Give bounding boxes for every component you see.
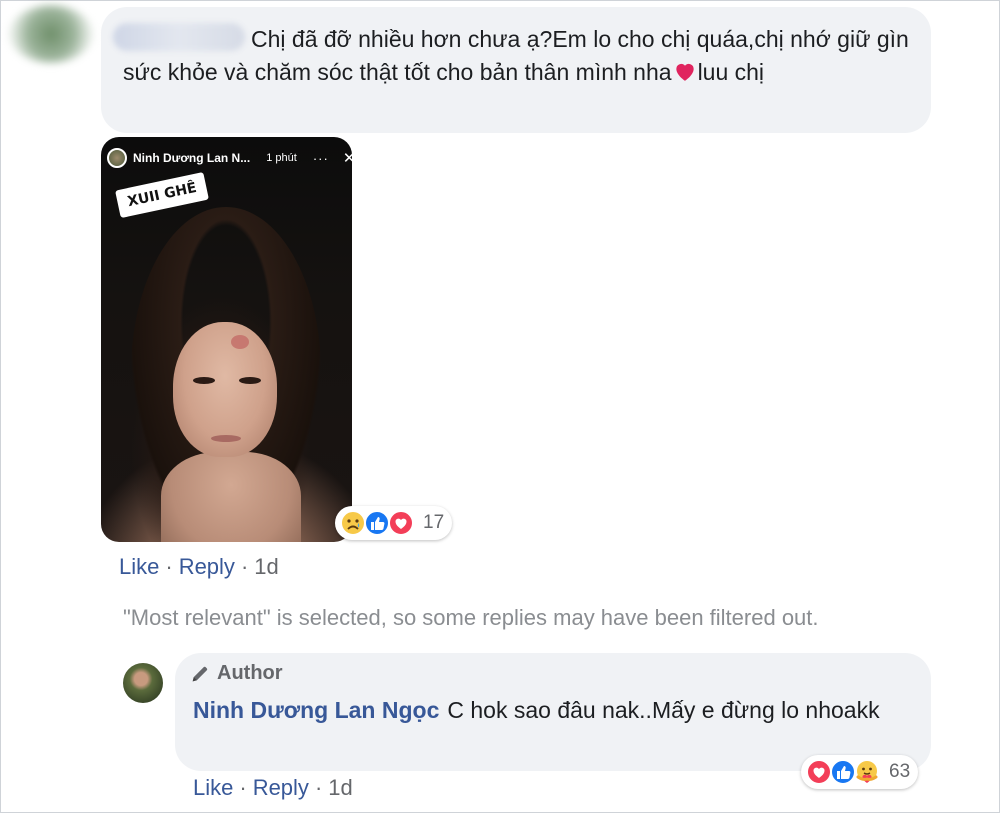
separator: · <box>239 775 247 800</box>
reply-reaction-count: 63 <box>889 761 911 782</box>
comment-text: Chị đã đỡ nhiều hơn chưa ạ?Em lo cho chị… <box>123 23 913 89</box>
photo-neck <box>161 452 301 542</box>
reply-actions: Like · Reply · 1d <box>193 775 353 801</box>
more-icon: ··· <box>312 150 329 166</box>
comment-time[interactable]: 1d <box>254 554 278 579</box>
comment-body-end: luu chị <box>697 59 765 85</box>
reply-reaction-summary[interactable]: 63 <box>801 755 919 789</box>
comment-actions: Like · Reply · 1d <box>119 554 279 580</box>
reply-link[interactable]: Reply <box>253 775 309 800</box>
reply-link[interactable]: Reply <box>179 554 235 579</box>
filter-notice: "Most relevant" is selected, so some rep… <box>123 605 819 630</box>
close-icon: ✕ <box>342 150 352 167</box>
story-time: 1 phút <box>266 152 297 164</box>
like-link[interactable]: Like <box>193 775 233 800</box>
like-link[interactable]: Like <box>119 554 159 579</box>
story-avatar <box>107 148 127 168</box>
author-avatar[interactable] <box>123 663 163 703</box>
separator: · <box>314 775 323 800</box>
photo-eye-right <box>239 377 261 384</box>
commenter-avatar[interactable] <box>9 5 93 63</box>
love-icon <box>388 510 414 536</box>
comment-photo[interactable]: Ninh Dương Lan N... 1 phút ··· ✕ XUII GH… <box>101 137 352 542</box>
care-icon <box>855 759 879 783</box>
reply-time[interactable]: 1d <box>328 775 352 800</box>
reply-author-name[interactable]: Ninh Dương Lan Ngọc <box>193 697 439 723</box>
reply-body: C hok sao đâu nak..Mấy e đừng lo nhoakk <box>447 697 880 723</box>
separator: · <box>165 554 173 579</box>
photo-eye-left <box>193 377 215 384</box>
story-header: Ninh Dương Lan N... 1 phút ··· ✕ <box>107 147 352 169</box>
comment-body: Chị đã đỡ nhiều hơn chưa ạ?Em lo cho chị… <box>123 26 909 85</box>
separator: · <box>240 554 249 579</box>
author-label: Author <box>217 662 283 684</box>
photo-bruise <box>231 335 249 349</box>
author-badge: Author <box>189 662 283 685</box>
reply-text: Ninh Dương Lan Ngọc C hok sao đâu nak..Mấ… <box>193 694 893 727</box>
heart-emoji-icon <box>675 63 694 81</box>
story-name: Ninh Dương Lan N... <box>133 151 251 165</box>
reaction-summary[interactable]: 17 <box>335 506 453 540</box>
photo-mouth <box>211 435 241 442</box>
story-sticker: XUII GHÊ <box>115 171 210 219</box>
reaction-count: 17 <box>423 512 445 533</box>
pencil-icon <box>192 666 208 681</box>
